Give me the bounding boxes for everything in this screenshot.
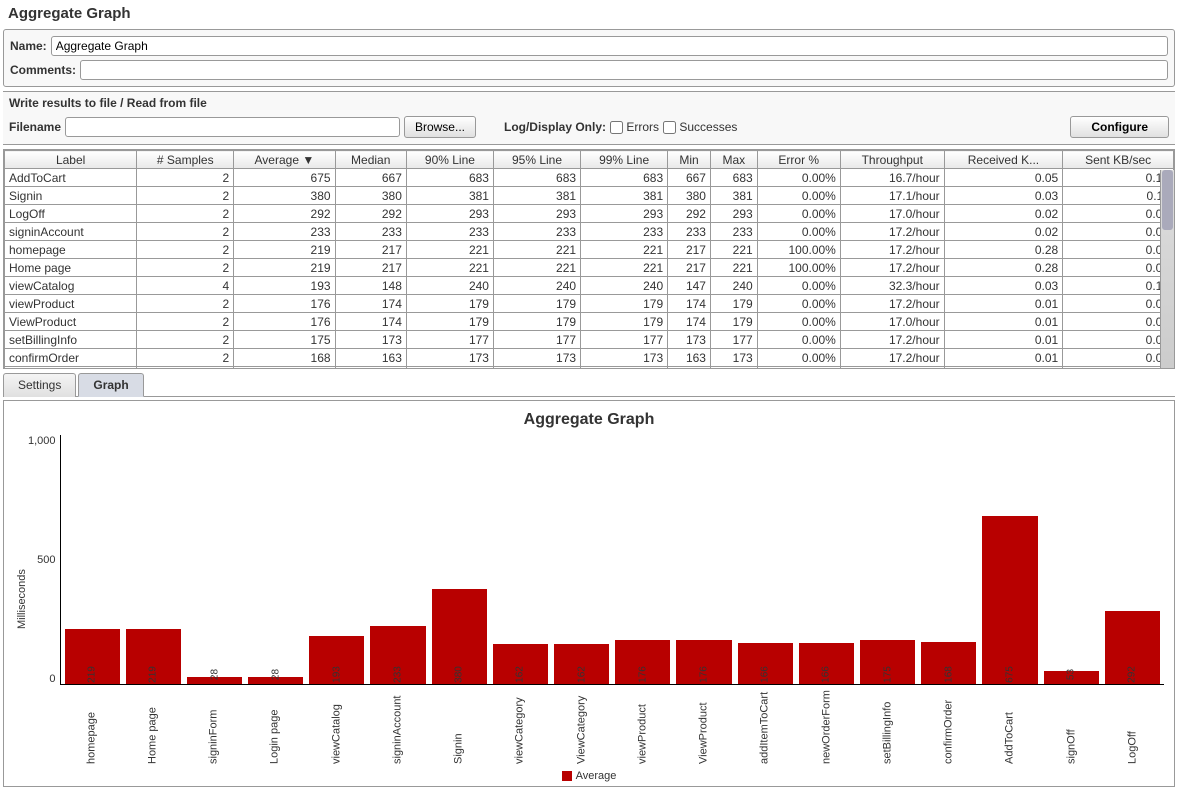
column-header[interactable]: Average ▼ [234, 151, 335, 169]
table-row[interactable]: setBillingInfo21751731771771771731770.00… [5, 331, 1174, 349]
results-table-wrap: Label# SamplesAverage ▼Median90% Line95%… [3, 149, 1175, 369]
table-row[interactable]: ViewProduct21761741791791791741790.00%17… [5, 313, 1174, 331]
column-header[interactable]: 95% Line [493, 151, 580, 169]
column-header[interactable]: 90% Line [406, 151, 493, 169]
configure-button[interactable]: Configure [1070, 116, 1169, 138]
column-header[interactable]: Throughput [840, 151, 944, 169]
table-row[interactable]: viewProduct21761741791791791741790.00%17… [5, 295, 1174, 313]
successes-checkbox-label[interactable]: Successes [663, 120, 737, 134]
tab-bar: Settings Graph [3, 372, 1175, 397]
file-section: Write results to file / Read from file F… [3, 91, 1175, 145]
successes-checkbox[interactable] [663, 121, 676, 134]
chart-panel: Aggregate Graph Milliseconds 1,0005000 2… [3, 400, 1175, 787]
bar: 233 [370, 435, 425, 684]
filename-label: Filename [9, 120, 61, 134]
xaxis-label: signOff [1044, 689, 1099, 764]
table-row[interactable]: confirmOrder21681631731731731631730.00%1… [5, 349, 1174, 367]
xaxis-label: newOrderForm [799, 689, 854, 764]
column-header[interactable]: Received K... [944, 151, 1063, 169]
xaxis-label: LogOff [1105, 689, 1160, 764]
xaxis-label: ViewCategory [554, 689, 609, 764]
table-row[interactable]: LogOff22922922932932932922930.00%17.0/ho… [5, 205, 1174, 223]
browse-button[interactable]: Browse... [404, 116, 476, 138]
config-form: Name: Comments: [3, 29, 1175, 87]
bar: 166 [738, 435, 793, 684]
bar: 219 [65, 435, 120, 684]
table-row[interactable]: signinAccount22332332332332332332330.00%… [5, 223, 1174, 241]
bar: 219 [126, 435, 181, 684]
filename-input[interactable] [65, 117, 400, 137]
bar: 28 [187, 435, 242, 684]
xaxis-label: setBillingInfo [860, 689, 915, 764]
column-header[interactable]: Median [335, 151, 406, 169]
bar: 176 [676, 435, 731, 684]
xaxis-label: confirmOrder [921, 689, 976, 764]
bar: 292 [1105, 435, 1160, 684]
column-header[interactable]: Sent KB/sec [1063, 151, 1174, 169]
legend-swatch [562, 771, 572, 781]
xaxis-label: ViewProduct [676, 689, 731, 764]
panel-title: Aggregate Graph [0, 0, 1178, 27]
xaxis-label: Signin [431, 689, 486, 764]
xaxis-label: homepage [64, 689, 119, 764]
xaxis-label: viewCategory [492, 689, 547, 764]
column-header[interactable]: 99% Line [581, 151, 668, 169]
table-scrollbar[interactable] [1160, 170, 1174, 368]
column-header[interactable]: Min [668, 151, 711, 169]
column-header[interactable]: Max [710, 151, 757, 169]
table-row[interactable]: Signin23803803813813813803810.00%17.1/ho… [5, 187, 1174, 205]
file-legend: Write results to file / Read from file [9, 96, 1169, 110]
xaxis-label: Login page [247, 689, 302, 764]
results-table: Label# SamplesAverage ▼Median90% Line95%… [4, 150, 1174, 369]
table-row[interactable]: homepage2219217221221221217221100.00%17.… [5, 241, 1174, 259]
column-header[interactable]: Label [5, 151, 137, 169]
xaxis-label: viewCatalog [309, 689, 364, 764]
name-label: Name: [10, 39, 47, 53]
bar: 380 [432, 435, 487, 684]
errors-checkbox-label[interactable]: Errors [610, 120, 659, 134]
table-row[interactable]: AddToCart26756676836836836676830.00%16.7… [5, 169, 1174, 187]
table-row[interactable]: viewCatalog41931482402402401472400.00%32… [5, 277, 1174, 295]
xaxis-label: addItemToCart [737, 689, 792, 764]
comments-input[interactable] [80, 60, 1168, 80]
table-row[interactable]: addItemToCart21661621701701701621700.00%… [5, 367, 1174, 370]
bar: 176 [615, 435, 670, 684]
bar: 162 [493, 435, 548, 684]
tab-graph[interactable]: Graph [78, 373, 143, 397]
bar: 168 [921, 435, 976, 684]
column-header[interactable]: # Samples [137, 151, 234, 169]
comments-label: Comments: [10, 63, 76, 77]
bar: 28 [248, 435, 303, 684]
bar: 162 [554, 435, 609, 684]
xaxis-label: signinAccount [370, 689, 425, 764]
errors-checkbox[interactable] [610, 121, 623, 134]
xaxis-label: viewProduct [615, 689, 670, 764]
column-header[interactable]: Error % [757, 151, 840, 169]
bar: 175 [860, 435, 915, 684]
logdisplay-label: Log/Display Only: [504, 120, 606, 134]
chart-xlabels: homepageHome pagesigninFormLogin pagevie… [60, 685, 1164, 764]
chart-legend: Average [14, 764, 1164, 784]
yaxis-ticks: 1,0005000 [28, 435, 60, 685]
bar: 166 [799, 435, 854, 684]
bar: 675 [982, 435, 1037, 684]
yaxis-label: Milliseconds [14, 435, 28, 764]
table-row[interactable]: Home page2219217221221221217221100.00%17… [5, 259, 1174, 277]
tab-settings[interactable]: Settings [3, 373, 76, 397]
chart-bars: 2192192828193233380162162176176166166175… [60, 435, 1164, 685]
xaxis-label: signinForm [186, 689, 241, 764]
bar: 53 [1044, 435, 1099, 684]
name-input[interactable] [51, 36, 1168, 56]
xaxis-label: AddToCart [982, 689, 1037, 764]
chart-title: Aggregate Graph [14, 411, 1164, 429]
bar: 193 [309, 435, 364, 684]
xaxis-label: Home page [125, 689, 180, 764]
